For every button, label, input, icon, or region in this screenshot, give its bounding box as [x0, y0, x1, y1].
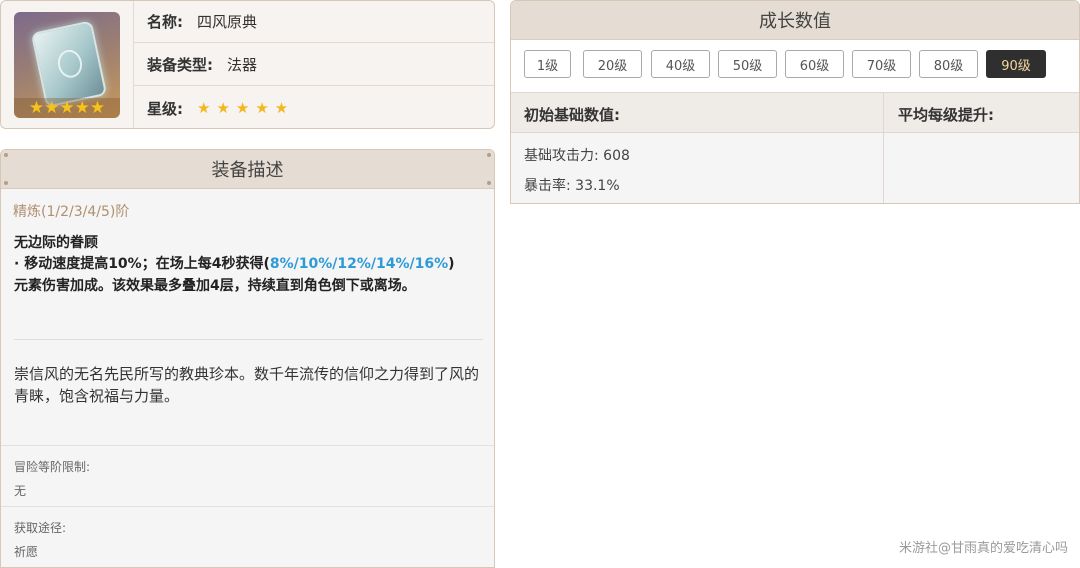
adventure-rank-block: 冒险等阶限制: 无 — [1, 445, 494, 505]
corner-ornament — [487, 181, 491, 185]
source-value: 祈愿 — [14, 545, 39, 559]
weapon-thumbnail-cell: ★★★★★ — [1, 1, 134, 128]
divider — [14, 339, 483, 340]
growth-stats-card: 成长数值 1级 20级 40级 50级 60级 70级 80级 90级 初始基础… — [510, 0, 1080, 204]
name-row: 名称: 四风原典 — [134, 1, 494, 43]
level-button-70[interactable]: 70级 — [852, 50, 911, 78]
passive-line2: 元素伤害加成。该效果最多叠加4层，持续直到角色倒下或离场。 — [14, 278, 416, 294]
thumbnail-rarity-stars: ★★★★★ — [14, 98, 120, 118]
adventure-rank-label: 冒险等阶限制: — [14, 460, 91, 474]
weapon-info-card: ★★★★★ 名称: 四风原典 装备类型: 法器 星级: ★★★★★ — [0, 0, 495, 129]
passive-title: 无边际的眷顾 — [14, 235, 98, 251]
base-stats-header: 初始基础数值: — [524, 106, 620, 124]
level-button-90-active[interactable]: 90级 — [986, 50, 1046, 78]
passive-highlight-values: 8%/10%/12%/14%/16% — [269, 256, 449, 272]
rarity-stars: ★★★★★ — [197, 99, 295, 117]
level-button-20[interactable]: 20级 — [583, 50, 642, 78]
crit-rate-value: 暴击率: 33.1% — [524, 178, 620, 194]
corner-ornament — [4, 153, 8, 157]
source-label: 获取途径: — [14, 521, 67, 535]
level-button-1[interactable]: 1级 — [524, 50, 571, 78]
level-button-40[interactable]: 40级 — [651, 50, 710, 78]
type-row: 装备类型: 法器 — [134, 44, 494, 86]
column-divider — [883, 92, 884, 203]
passive-description: · 移动速度提高10%；在场上每4秒获得(8%/10%/12%/14%/16%)… — [14, 253, 484, 297]
corner-ornament — [4, 181, 8, 185]
rarity-label: 星级: — [147, 99, 183, 118]
adventure-rank-value: 无 — [14, 484, 27, 498]
description-header-title: 装备描述 — [211, 160, 284, 181]
passive-line1-suffix: ) — [448, 256, 455, 272]
stat-table-header: 初始基础数值: 平均每级提升: — [511, 92, 1079, 133]
lore-text: 崇信风的无名先民所写的教典珍本。数千年流传的信仰之力得到了风的青睐，饱含祝福与力… — [14, 365, 480, 405]
source-block: 获取途径: 祈愿 — [1, 506, 494, 566]
level-selector: 1级 20级 40级 50级 60级 70级 80级 90级 — [511, 40, 1079, 92]
refinement-tag: 精炼(1/2/3/4/5)阶 — [13, 204, 130, 220]
growth-header: 成长数值 — [511, 1, 1079, 40]
rarity-row: 星级: ★★★★★ — [134, 87, 494, 128]
type-label: 装备类型: — [147, 56, 213, 74]
level-button-50[interactable]: 50级 — [718, 50, 777, 78]
level-button-60[interactable]: 60级 — [785, 50, 844, 78]
name-label: 名称: — [147, 13, 183, 31]
watermark: 米游社@甘雨真的爱吃清心吗 — [898, 541, 1068, 556]
catalyst-book-icon — [30, 20, 108, 108]
level-button-80[interactable]: 80级 — [919, 50, 978, 78]
type-value: 法器 — [227, 56, 258, 74]
weapon-thumbnail: ★★★★★ — [14, 12, 120, 118]
corner-ornament — [487, 153, 491, 157]
stat-table-body: 基础攻击力: 608 暴击率: 33.1% — [511, 133, 1079, 203]
description-header: 装备描述 — [1, 150, 494, 189]
description-card: 装备描述 精炼(1/2/3/4/5)阶 无边际的眷顾 · 移动速度提高10%；在… — [0, 149, 495, 568]
base-attack-value: 基础攻击力: 608 — [524, 148, 630, 164]
growth-header-title: 成长数值 — [759, 11, 831, 32]
name-value: 四风原典 — [197, 13, 258, 31]
per-level-header: 平均每级提升: — [898, 106, 994, 124]
passive-line1-prefix: · 移动速度提高10%；在场上每4秒获得( — [14, 256, 270, 272]
